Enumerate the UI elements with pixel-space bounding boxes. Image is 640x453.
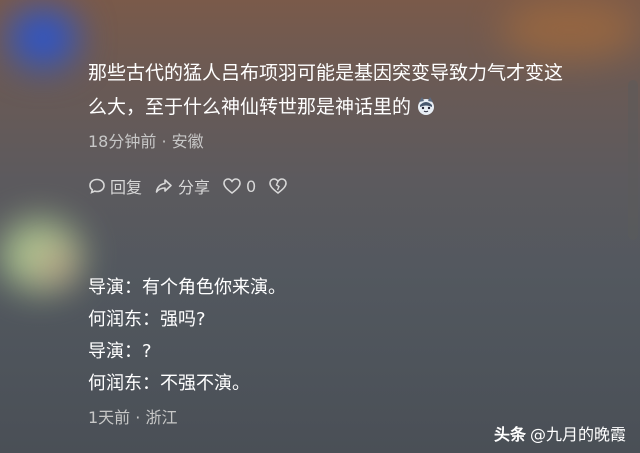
comment-text-line: 么大，至于什么神仙转世那是神话里的	[88, 90, 613, 124]
comment-text-line: 那些古代的猛人吕布项羽可能是基因突变导致力气才变这	[88, 62, 564, 84]
broken-heart-icon	[268, 177, 288, 195]
dialogue-line: 何润东：不强不演。	[88, 373, 250, 394]
heart-icon	[222, 177, 242, 195]
comment-text: 那些古代的猛人吕布项羽可能是基因突变导致力气才变这 么大，至于什么神仙转世那是神…	[88, 56, 613, 124]
watermark-account: @九月的晚霞	[529, 425, 626, 444]
share-button[interactable]: 分享	[154, 174, 210, 198]
reply-button[interactable]: 回复	[88, 174, 142, 198]
comment-text-line-2: 么大，至于什么神仙转世那是神话里的	[88, 96, 412, 118]
dialogue-line: 导演：?	[88, 341, 152, 362]
dislike-button[interactable]	[268, 177, 288, 195]
watermark: 头条 @九月的晚霞	[494, 421, 626, 445]
share-icon	[154, 177, 174, 195]
cat-emoji-icon	[415, 93, 437, 115]
reply-label: 回复	[110, 178, 143, 197]
like-count: 0	[246, 176, 257, 196]
like-button[interactable]: 0	[222, 177, 256, 196]
watermark-brand: 头条	[493, 425, 526, 444]
share-label: 分享	[178, 178, 211, 197]
dialogue-line: 导演：有个角色你来演。	[88, 277, 286, 298]
comment-meta: 18分钟前 · 安徽	[88, 132, 204, 151]
background-blur	[500, 0, 640, 60]
dialogue-line: 何润东：强吗?	[88, 309, 206, 330]
comment-actions: 回复 分享 0	[88, 174, 288, 198]
comment-item: 导演：有个角色你来演。 何润东：强吗? 导演：? 何润东：不强不演。 1天前 ·…	[0, 272, 640, 428]
comment-item: 那些古代的猛人吕布项羽可能是基因突变导致力气才变这 么大，至于什么神仙转世那是神…	[0, 56, 640, 197]
reply-icon	[88, 177, 106, 195]
comment-text: 导演：有个角色你来演。 何润东：强吗? 导演：? 何润东：不强不演。	[88, 272, 613, 400]
